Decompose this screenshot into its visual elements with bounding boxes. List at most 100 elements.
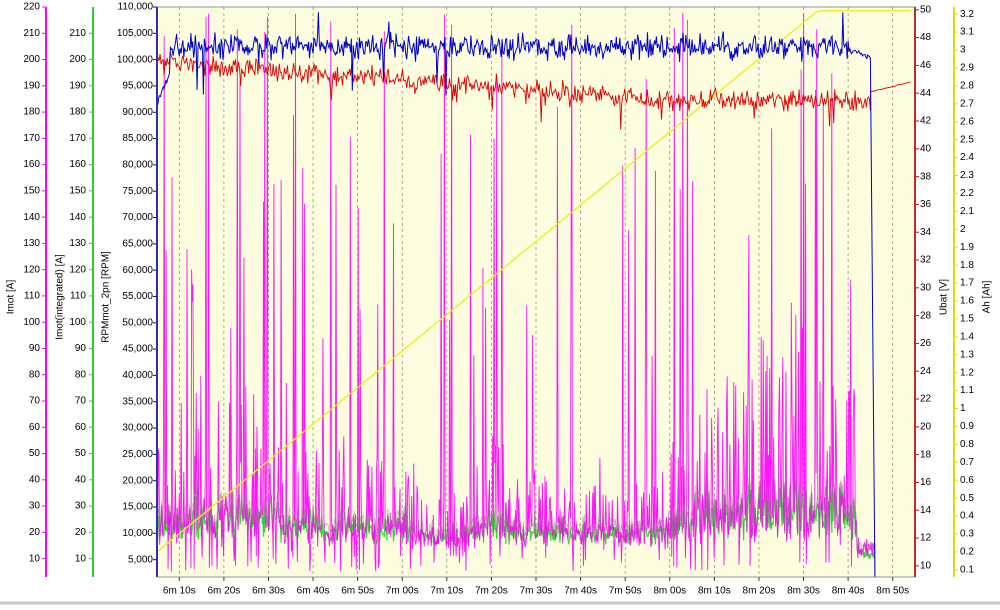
tick-label-ubat: 12 (920, 533, 932, 544)
tick-label-ah: 2.4 (960, 152, 974, 163)
tick-label-imot_integrated: 110 (70, 291, 86, 302)
tick-label-ah: 3.2 (960, 9, 974, 20)
tick-label-ah: 1.6 (960, 296, 974, 307)
x-tick-label: 7m 40s (564, 586, 597, 597)
axis-title-rpm: RPMmot_2pn [RPM] (101, 251, 112, 343)
tick-label-ubat: 20 (920, 421, 932, 432)
tick-label-imot: 170 (23, 133, 40, 144)
tick-label-ubat: 42 (920, 116, 932, 127)
tick-label-rpm: 40,000 (122, 370, 153, 381)
tick-label-imot_integrated: 180 (69, 107, 86, 118)
tick-label-ubat: 36 (920, 199, 932, 210)
tick-label-imot: 120 (23, 264, 40, 275)
tick-label-ah: 2.6 (960, 116, 974, 127)
tick-label-imot_integrated: 210 (69, 28, 86, 39)
tick-label-ah: 1.1 (960, 385, 974, 396)
tick-label-ubat: 48 (920, 32, 932, 43)
x-tick-label: 7m 20s (475, 586, 508, 597)
tick-label-imot: 60 (29, 422, 41, 433)
tick-label-imot: 140 (23, 212, 40, 223)
tick-label-ah: 0.3 (960, 529, 974, 540)
tick-label-imot_integrated: 190 (69, 80, 86, 91)
tick-label-ah: 0.8 (960, 439, 974, 450)
tick-label-ah: 1.2 (960, 367, 974, 378)
axis-title-imot: Imot [A] (6, 280, 17, 315)
tick-label-imot_integrated: 60 (75, 422, 87, 433)
tick-label-ubat: 46 (920, 60, 932, 71)
x-tick-label: 8m 30s (787, 586, 820, 597)
tick-label-ah: 0.5 (960, 493, 974, 504)
tick-label-ubat: 30 (920, 282, 932, 293)
tick-label-imot: 70 (29, 396, 41, 407)
tick-label-rpm: 90,000 (122, 107, 153, 118)
tick-label-rpm: 50,000 (122, 317, 153, 328)
x-tick-label: 6m 30s (252, 586, 285, 597)
tick-label-ah: 2.7 (960, 98, 974, 109)
x-tick-label: 8m 00s (653, 586, 686, 597)
tick-label-rpm: 95,000 (122, 81, 153, 92)
tick-label-imot_integrated: 150 (69, 186, 86, 197)
tick-label-rpm: 20,000 (122, 475, 153, 486)
tick-label-rpm: 45,000 (122, 344, 153, 355)
tick-label-imot: 100 (23, 317, 40, 328)
tick-label-ah: 2.2 (960, 188, 974, 199)
x-tick-label: 6m 50s (341, 586, 374, 597)
tick-label-ubat: 44 (920, 88, 932, 99)
tick-label-imot_integrated: 20 (75, 527, 87, 538)
tick-label-ubat: 16 (920, 477, 932, 488)
x-tick-label: 7m 50s (609, 586, 642, 597)
tick-label-ah: 3 (960, 45, 966, 56)
tick-label-ah: 0.2 (960, 547, 974, 558)
tick-label-rpm: 60,000 (122, 265, 153, 276)
tick-label-ubat: 26 (920, 338, 932, 349)
tick-label-imot_integrated: 170 (69, 133, 86, 144)
tick-label-imot: 80 (29, 369, 41, 380)
tick-label-ah: 0.6 (960, 475, 974, 486)
tick-label-ah: 2.8 (960, 81, 974, 92)
tick-label-rpm: 65,000 (122, 238, 153, 249)
tick-label-imot_integrated: 100 (69, 317, 86, 328)
tick-label-ubat: 22 (920, 394, 932, 405)
tick-label-imot_integrated: 10 (75, 553, 87, 564)
tick-label-ubat: 32 (920, 255, 932, 266)
tick-label-rpm: 25,000 (122, 449, 153, 460)
tick-label-rpm: 100,000 (117, 54, 154, 65)
tick-label-imot: 160 (23, 159, 40, 170)
tick-label-imot_integrated: 70 (75, 396, 87, 407)
axis-title-ah: Ah [Ah] (982, 280, 993, 313)
tick-label-ah: 1.4 (960, 331, 974, 342)
tick-label-imot: 130 (23, 238, 40, 249)
tick-label-rpm: 70,000 (122, 212, 153, 223)
chart: 220 210 200 190 180 170 160 150 140 130 120 110 100 9… (0, 0, 1000, 605)
tick-label-imot_integrated: 80 (75, 369, 87, 380)
tick-label-ubat: 18 (920, 449, 932, 460)
tick-label-ah: 0.7 (960, 457, 974, 468)
tick-label-imot_integrated: 120 (69, 264, 86, 275)
tick-label-ubat: 10 (920, 561, 932, 572)
tick-label-ubat: 24 (920, 366, 932, 377)
tick-label-rpm: 5,000 (128, 554, 153, 565)
tick-label-rpm: 55,000 (122, 291, 153, 302)
tick-label-imot: 220 (23, 2, 40, 13)
tick-label-rpm: 85,000 (122, 133, 153, 144)
tick-label-imot_integrated: 130 (69, 238, 86, 249)
tick-label-rpm: 35,000 (122, 396, 153, 407)
tick-label-ah: 1.8 (960, 260, 974, 271)
tick-label-rpm: 30,000 (122, 423, 153, 434)
chart-svg: 2202102001901801701601501401301201101009… (0, 0, 1000, 605)
tick-label-imot: 210 (23, 28, 40, 39)
tick-label-ah: 0.1 (960, 564, 974, 575)
tick-label-ah: 2.3 (960, 170, 974, 181)
tick-label-imot_integrated: 160 (69, 159, 86, 170)
tick-label-ah: 2 (960, 224, 966, 235)
tick-label-imot_integrated: 40 (75, 474, 87, 485)
x-tick-label: 6m 20s (207, 586, 240, 597)
tick-label-rpm: 75,000 (122, 186, 153, 197)
x-tick-label: 7m 30s (520, 586, 553, 597)
tick-label-ubat: 50 (920, 4, 932, 15)
tick-label-imot: 180 (23, 107, 40, 118)
axis-title-ubat: Ubat [V] (939, 279, 950, 315)
x-tick-label: 8m 50s (876, 586, 909, 597)
tick-label-imot_integrated: 90 (75, 343, 87, 354)
tick-label-ah: 3.1 (960, 27, 974, 38)
